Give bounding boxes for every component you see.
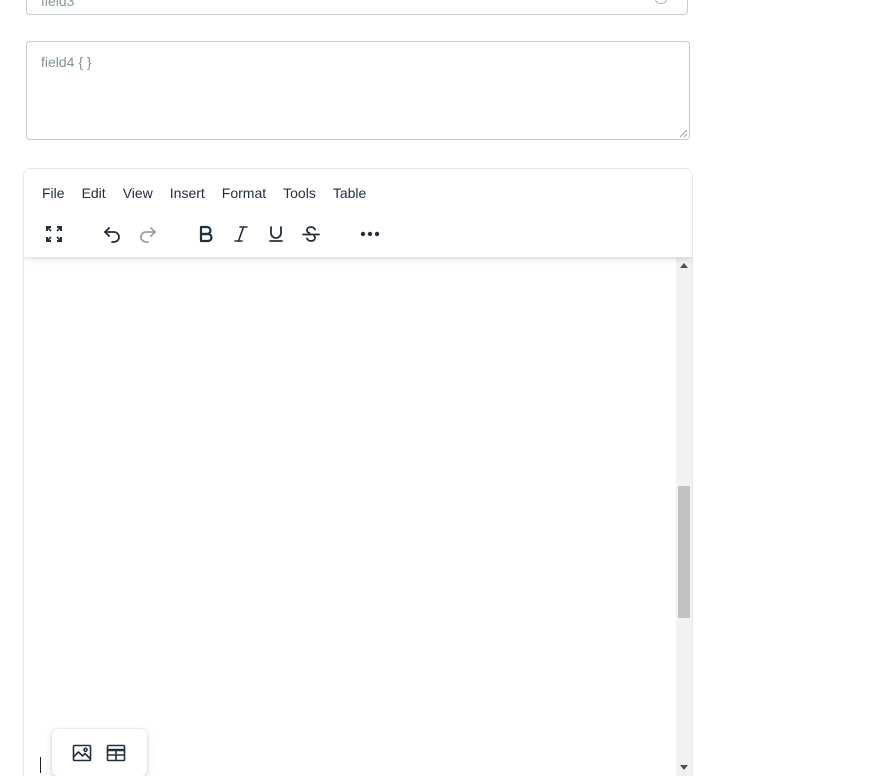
menubar: File Edit View Insert Format Tools Table [34, 181, 375, 205]
field4-placeholder: field4 { } [41, 54, 92, 70]
italic-icon [234, 226, 248, 242]
italic-button[interactable] [224, 217, 258, 251]
quick-insert-toolbar [52, 729, 147, 776]
resize-grip-icon[interactable] [678, 128, 688, 138]
undo-icon [104, 227, 120, 243]
field3-input[interactable]: field3 [26, 0, 688, 15]
page: field3 field4 { } File Edit View Insert … [0, 0, 896, 776]
field4-textarea[interactable]: field4 { } [26, 41, 690, 140]
text-caret [40, 757, 41, 773]
underline-button[interactable] [259, 217, 293, 251]
menu-table[interactable]: Table [325, 181, 374, 205]
menu-view[interactable]: View [115, 181, 161, 205]
insert-image-button[interactable] [65, 736, 99, 770]
more-icon [360, 231, 380, 237]
editor-content-area[interactable] [24, 257, 676, 776]
field3-placeholder: field3 [41, 0, 75, 9]
scroll-down-arrow-icon[interactable] [680, 765, 688, 770]
scroll-thumb[interactable] [678, 486, 690, 618]
fullscreen-icon [46, 226, 62, 242]
editor-scrollbar[interactable] [676, 257, 692, 776]
table-icon [106, 744, 126, 762]
image-icon [72, 744, 92, 762]
menu-edit[interactable]: Edit [74, 181, 114, 205]
menu-format[interactable]: Format [214, 181, 274, 205]
fullscreen-button[interactable] [37, 217, 71, 251]
menu-tools[interactable]: Tools [275, 181, 324, 205]
underline-icon [269, 226, 283, 242]
bold-button[interactable] [189, 217, 223, 251]
undo-button[interactable] [95, 217, 129, 251]
bold-icon [199, 225, 213, 243]
strikethrough-button[interactable] [294, 217, 328, 251]
redo-button[interactable] [131, 217, 165, 251]
insert-table-button[interactable] [99, 736, 133, 770]
more-button[interactable] [353, 217, 387, 251]
editor-header: File Edit View Insert Format Tools Table [24, 169, 692, 257]
menu-insert[interactable]: Insert [162, 181, 213, 205]
rich-text-editor: File Edit View Insert Format Tools Table [23, 168, 693, 776]
field3-end-icon [655, 0, 667, 4]
strikethrough-icon [302, 226, 320, 242]
menu-file[interactable]: File [34, 181, 73, 205]
redo-icon [140, 227, 156, 243]
scroll-up-arrow-icon[interactable] [680, 263, 688, 268]
